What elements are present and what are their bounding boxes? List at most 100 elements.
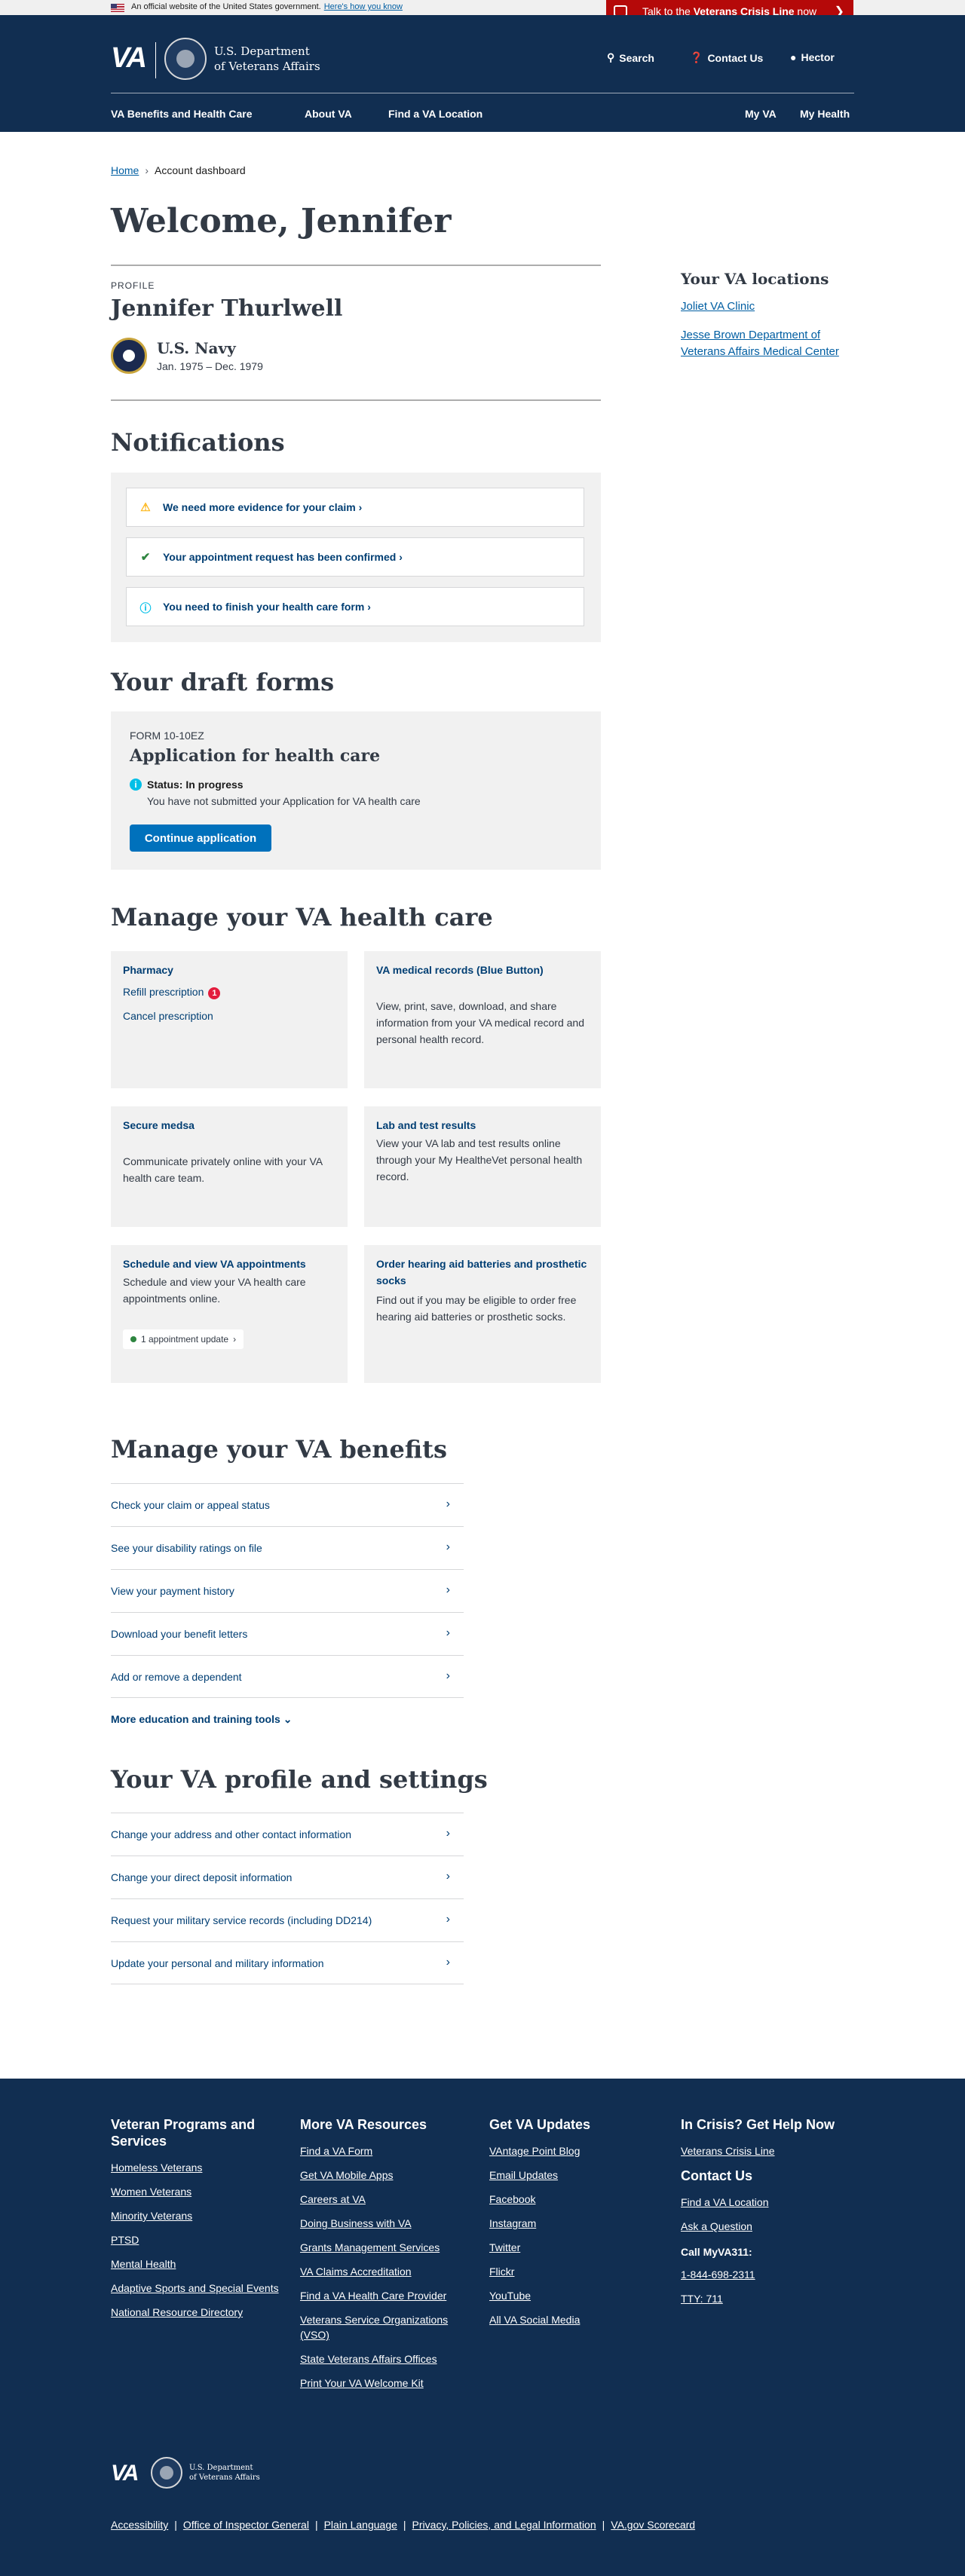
- pharmacy-title: Pharmacy: [123, 964, 173, 976]
- hearing-aid-card[interactable]: Order hearing aid batteries and prosthet…: [364, 1245, 601, 1383]
- settings-link-direct-deposit[interactable]: Change your direct deposit information ›: [111, 1856, 464, 1898]
- legal-link-inspector-general[interactable]: Office of Inspector General: [183, 2519, 309, 2531]
- legal-separator: |: [403, 2519, 406, 2531]
- appointments-card[interactable]: Schedule and view VA appointments Schedu…: [111, 1245, 348, 1383]
- settings-link-personal-info[interactable]: Update your personal and military inform…: [111, 1941, 464, 1984]
- footer-link[interactable]: Homeless Veterans: [111, 2160, 284, 2175]
- notification-evidence-needed[interactable]: ⚠ We need more evidence for your claim ›: [126, 488, 584, 527]
- secure-messaging-desc: Communicate privately online with your V…: [123, 1155, 323, 1184]
- footer-link[interactable]: Instagram: [489, 2216, 663, 2231]
- nav-my-health[interactable]: My Health: [800, 108, 850, 120]
- benefit-link-disability-ratings[interactable]: See your disability ratings on file ›: [111, 1526, 464, 1569]
- legal-link-scorecard[interactable]: VA.gov Scorecard: [611, 2519, 695, 2531]
- secure-messaging-card[interactable]: Secure medsa Communicate privately onlin…: [111, 1106, 348, 1227]
- chevron-right-icon: ›: [446, 1956, 450, 1969]
- footer-link[interactable]: Facebook: [489, 2192, 663, 2207]
- notifications-title: Notifications: [111, 428, 285, 457]
- notification-finish-health-form[interactable]: ⓘ You need to finish your health care fo…: [126, 587, 584, 626]
- footer-phone-link[interactable]: 1-844-698-2311: [681, 2267, 854, 2282]
- list-item-label: View your payment history: [111, 1585, 234, 1597]
- footer-link[interactable]: Women Veterans: [111, 2184, 284, 2199]
- nav-benefits-and-health-care[interactable]: VA Benefits and Health Care: [111, 108, 253, 120]
- notification-appointment-confirmed[interactable]: ✔ Your appointment request has been conf…: [126, 537, 584, 577]
- footer-link[interactable]: Mental Health: [111, 2256, 284, 2272]
- user-menu-button[interactable]: ● Hector: [790, 51, 835, 63]
- heres-how-you-know-link[interactable]: Here's how you know: [324, 2, 403, 11]
- footer-link[interactable]: VA Claims Accreditation: [300, 2264, 473, 2279]
- footer-link[interactable]: Flickr: [489, 2264, 663, 2279]
- benefit-link-claim-status[interactable]: Check your claim or appeal status ›: [111, 1483, 464, 1526]
- footer-crisis-line-link[interactable]: Veterans Crisis Line: [681, 2143, 854, 2158]
- benefit-link-dependents[interactable]: Add or remove a dependent ›: [111, 1655, 464, 1698]
- footer-column-programs: Veteran Programs and Services Homeless V…: [111, 2116, 284, 2329]
- form-title: Application for health care: [130, 746, 381, 766]
- more-education-tools-toggle[interactable]: More education and training tools ⌄: [111, 1713, 292, 1726]
- footer-link[interactable]: Find a VA Form: [300, 2143, 473, 2158]
- footer-link[interactable]: National Resource Directory: [111, 2305, 284, 2320]
- navy-seal-icon: [111, 338, 147, 374]
- breadcrumb-separator: ›: [145, 164, 149, 176]
- pharmacy-card: Pharmacy Refill prescription 1 Cancel pre…: [111, 951, 348, 1088]
- footer-tty-link[interactable]: TTY: 711: [681, 2291, 854, 2306]
- contact-us-button[interactable]: ❓ Contact Us: [690, 51, 763, 64]
- appointments-desc: Schedule and view your VA health care ap…: [123, 1276, 306, 1305]
- footer-link[interactable]: State Veterans Affairs Offices: [300, 2351, 473, 2366]
- settings-title: Your VA profile and settings: [111, 1765, 488, 1794]
- footer-department-name: U.S. Department of Veterans Affairs: [189, 2463, 260, 2483]
- footer-link[interactable]: All VA Social Media: [489, 2312, 663, 2327]
- chevron-right-icon: ›: [446, 1827, 450, 1840]
- footer-link[interactable]: Doing Business with VA: [300, 2216, 473, 2231]
- footer-link[interactable]: PTSD: [111, 2232, 284, 2247]
- footer-link[interactable]: Twitter: [489, 2240, 663, 2255]
- medical-records-card[interactable]: VA medical records (Blue Button) View, p…: [364, 951, 601, 1088]
- cancel-prescription-link[interactable]: Cancel prescription: [123, 1010, 213, 1022]
- list-item-label: See your disability ratings on file: [111, 1542, 262, 1554]
- benefit-link-payment-history[interactable]: View your payment history ›: [111, 1569, 464, 1612]
- nav-my-va[interactable]: My VA: [745, 108, 777, 120]
- footer-link[interactable]: Email Updates: [489, 2168, 663, 2183]
- footer-link[interactable]: Minority Veterans: [111, 2208, 284, 2223]
- appointment-update-pill[interactable]: 1 appointment update ›: [123, 1329, 244, 1349]
- footer-link[interactable]: Grants Management Services: [300, 2240, 473, 2255]
- list-item-label: Change your address and other contact in…: [111, 1828, 352, 1840]
- footer-link[interactable]: Print Your VA Welcome Kit: [300, 2376, 473, 2391]
- logo-divider: [155, 42, 156, 78]
- footer-va-logo[interactable]: VA: [111, 2461, 139, 2486]
- nav-about-va[interactable]: About VA: [305, 108, 352, 120]
- breadcrumb-current: Account dashboard: [155, 164, 246, 176]
- profile-name: Jennifer Thurlwell: [111, 295, 343, 322]
- footer-link[interactable]: Adaptive Sports and Special Events: [111, 2281, 284, 2296]
- footer-department-line-1: U.S. Department: [189, 2464, 253, 2472]
- footer-department-line-2: of Veterans Affairs: [189, 2474, 260, 2482]
- us-flag-icon: [111, 4, 124, 12]
- footer-link[interactable]: YouTube: [489, 2288, 663, 2303]
- settings-link-military-records[interactable]: Request your military service records (i…: [111, 1898, 464, 1941]
- department-line-2: of Veterans Affairs: [214, 60, 320, 73]
- footer-link[interactable]: Find a VA Health Care Provider: [300, 2288, 473, 2303]
- footer-ask-question-link[interactable]: Ask a Question: [681, 2219, 854, 2234]
- breadcrumb-home-link[interactable]: Home: [111, 164, 139, 176]
- footer-link[interactable]: Careers at VA: [300, 2192, 473, 2207]
- legal-link-privacy[interactable]: Privacy, Policies, and Legal Information: [412, 2519, 596, 2531]
- continue-application-button[interactable]: Continue application: [130, 825, 271, 852]
- legal-link-plain-language[interactable]: Plain Language: [324, 2519, 397, 2531]
- footer-link[interactable]: Get VA Mobile Apps: [300, 2168, 473, 2183]
- benefit-link-benefit-letters[interactable]: Download your benefit letters ›: [111, 1612, 464, 1655]
- location-link-joliet[interactable]: Joliet VA Clinic: [681, 298, 847, 315]
- footer-link[interactable]: Veterans Service Organizations (VSO): [300, 2312, 473, 2342]
- location-link-jesse-brown[interactable]: Jesse Brown Department of Veterans Affai…: [681, 327, 854, 360]
- footer-link[interactable]: VAntage Point Blog: [489, 2143, 663, 2158]
- settings-link-address[interactable]: Change your address and other contact in…: [111, 1813, 464, 1856]
- nav-find-va-location[interactable]: Find a VA Location: [388, 108, 482, 120]
- footer-find-location-link[interactable]: Find a VA Location: [681, 2195, 854, 2210]
- lab-results-card[interactable]: Lab and test results View your VA lab an…: [364, 1106, 601, 1227]
- footer-heading: Veteran Programs and Services: [111, 2117, 256, 2149]
- search-button[interactable]: ⚲ Search: [607, 51, 654, 64]
- refill-prescription-link[interactable]: Refill prescription 1: [123, 986, 221, 999]
- secure-messaging-title: Secure medsa: [123, 1119, 195, 1131]
- legal-link-accessibility[interactable]: Accessibility: [111, 2519, 168, 2531]
- chevron-right-icon: ›: [446, 1583, 450, 1596]
- chevron-down-icon: ⌄: [283, 1713, 293, 1725]
- official-site-text: An official website of the United States…: [131, 2, 403, 11]
- va-logo[interactable]: VA: [111, 42, 147, 75]
